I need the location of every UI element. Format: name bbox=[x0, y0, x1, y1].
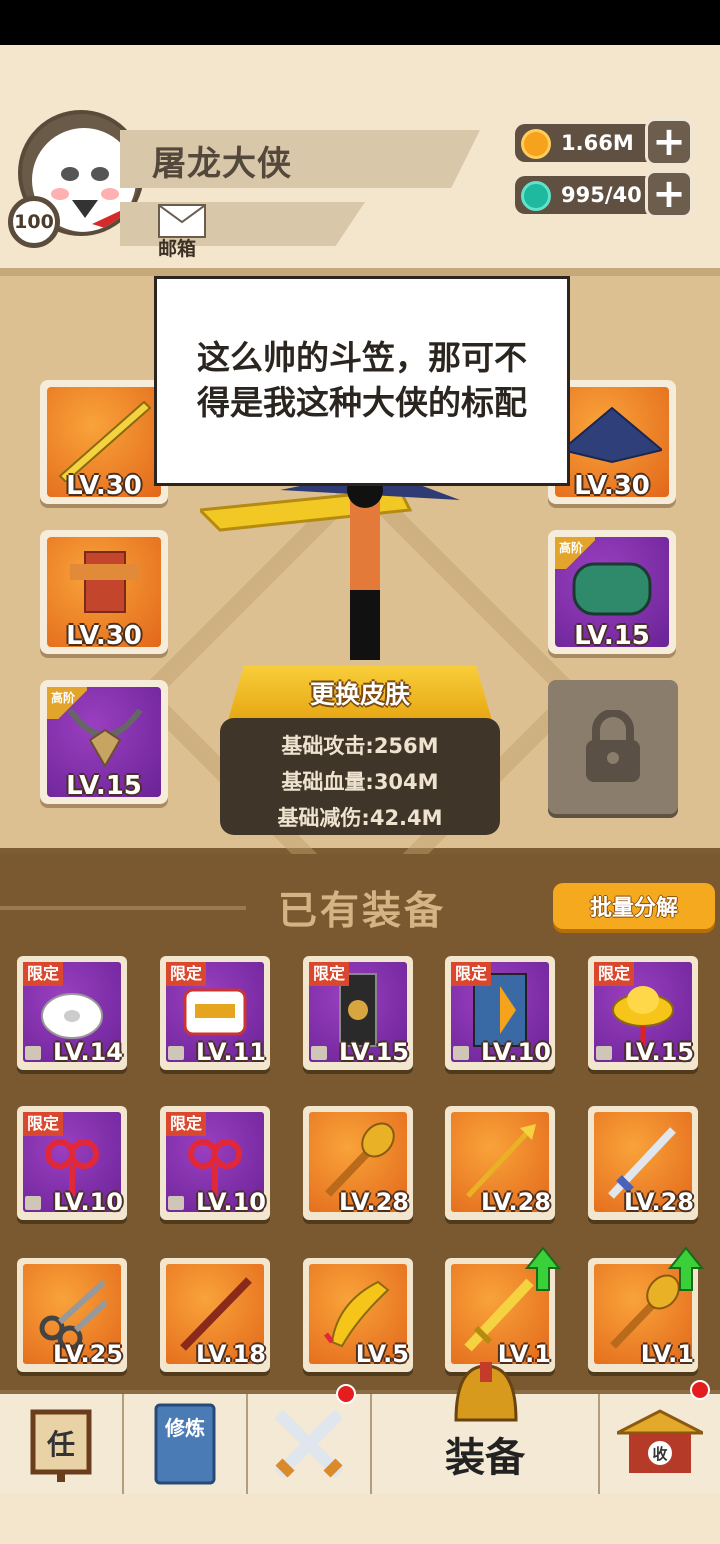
bottom-nav: 任 修炼 装备 收 bbox=[0, 1362, 720, 1494]
nav-equipment-label: 装备 bbox=[445, 1435, 525, 1481]
nav-practice[interactable]: 修炼 bbox=[124, 1394, 248, 1494]
speech-line-1: 这么帅的斗笠，那可不 bbox=[197, 338, 527, 378]
equip-slot-weapon[interactable]: LV.30 bbox=[40, 380, 168, 504]
limited-badge: 限定 bbox=[451, 962, 492, 986]
owned-item-rubber-chicken[interactable]: LV.5 bbox=[303, 1258, 413, 1372]
owned-item-golden-spear[interactable]: LV.28 bbox=[445, 1106, 555, 1220]
armor-icon bbox=[70, 551, 140, 613]
mail-banner bbox=[120, 202, 365, 246]
limited-badge: 限定 bbox=[166, 962, 207, 986]
owned-item-scissors[interactable]: LV.25 bbox=[17, 1258, 127, 1372]
svg-text:收: 收 bbox=[652, 1445, 667, 1463]
stat-attack: 基础攻击:256M bbox=[281, 734, 439, 758]
item-level: LV.28 bbox=[624, 1188, 694, 1216]
coin-icon bbox=[521, 129, 551, 159]
notification-dot bbox=[336, 1384, 356, 1404]
stat-reduction: 基础减伤:42.4M bbox=[277, 806, 443, 830]
owned-title: 已有装备 bbox=[278, 889, 447, 934]
equip-slot-armor[interactable]: LV.30 bbox=[40, 530, 168, 654]
owned-item-comic-book[interactable]: 限定 LV.10 bbox=[445, 956, 555, 1070]
hero-character[interactable] bbox=[200, 470, 460, 670]
equip-level: LV.30 bbox=[66, 621, 142, 651]
change-skin-button[interactable]: 更换皮肤 bbox=[228, 666, 492, 720]
nav-battle[interactable] bbox=[248, 1384, 372, 1494]
owned-item-chinese-knot[interactable]: 限定 LV.10 bbox=[160, 1106, 270, 1220]
bamboo-hat-icon bbox=[562, 406, 662, 464]
item-level: LV.15 bbox=[624, 1038, 694, 1066]
section-divider bbox=[0, 906, 246, 910]
item-level: LV.10 bbox=[481, 1038, 551, 1066]
status-bar bbox=[0, 0, 720, 45]
owned-item-toilet-paper[interactable]: 限定 LV.14 bbox=[17, 956, 127, 1070]
item-level: LV.1 bbox=[640, 1340, 694, 1368]
owned-item-golden-mace[interactable]: LV.28 bbox=[303, 1106, 413, 1220]
coin-value: 1.66M bbox=[561, 131, 634, 155]
equip-level: LV.15 bbox=[574, 621, 650, 651]
add-gems-button[interactable]: + bbox=[645, 170, 693, 218]
add-coins-button[interactable]: + bbox=[645, 118, 693, 166]
limited-badge: 限定 bbox=[309, 962, 350, 986]
equip-level: LV.15 bbox=[66, 771, 142, 801]
locked-slot[interactable] bbox=[548, 680, 678, 814]
limited-badge: 限定 bbox=[594, 962, 635, 986]
nav-task[interactable]: 任 bbox=[0, 1394, 124, 1494]
item-level: LV.28 bbox=[339, 1188, 409, 1216]
player-name: 屠龙大侠 bbox=[152, 144, 292, 184]
shop-building-icon: 收 bbox=[617, 1409, 703, 1473]
item-level: LV.15 bbox=[339, 1038, 409, 1066]
mail-label[interactable]: 邮箱 bbox=[158, 234, 196, 261]
change-skin-label: 更换皮肤 bbox=[309, 680, 410, 709]
mail-icon[interactable] bbox=[158, 204, 206, 238]
notification-dot bbox=[690, 1380, 710, 1400]
upgrade-arrow-icon bbox=[668, 1246, 704, 1291]
bracer-icon bbox=[572, 562, 652, 616]
jade-icon bbox=[521, 181, 551, 211]
svg-text:修炼: 修炼 bbox=[164, 1416, 205, 1440]
speech-bubble: 这么帅的斗笠，那可不 得是我这种大侠的标配 bbox=[154, 276, 570, 486]
necklace-icon bbox=[67, 708, 143, 769]
owned-item-golden-mace[interactable]: LV.1 bbox=[588, 1246, 704, 1372]
limited-badge: 限定 bbox=[23, 1112, 64, 1136]
item-level: LV.10 bbox=[196, 1188, 266, 1216]
item-level: LV.5 bbox=[355, 1340, 409, 1368]
owned-item-gold-ingot[interactable]: 限定 LV.15 bbox=[588, 956, 698, 1070]
stat-hp: 基础血量:304M bbox=[281, 770, 439, 794]
item-level: LV.28 bbox=[481, 1188, 551, 1216]
limited-badge: 限定 bbox=[23, 962, 64, 986]
item-level: LV.14 bbox=[53, 1038, 123, 1066]
task-scroll-icon: 任 bbox=[30, 1409, 92, 1482]
player-level-badge: 100 bbox=[8, 196, 60, 248]
owned-item-chinese-knot[interactable]: 限定 LV.10 bbox=[17, 1106, 127, 1220]
owned-item-golden-sword[interactable]: LV.1 bbox=[445, 1246, 561, 1372]
equip-slot-necklace[interactable]: 高阶 LV.15 bbox=[40, 680, 168, 804]
upgrade-arrow-icon bbox=[525, 1246, 561, 1291]
coin-counter: 1.66M + bbox=[515, 118, 693, 166]
gem-counter: 995/40 + bbox=[515, 170, 693, 218]
nav-equipment[interactable]: 装备 bbox=[372, 1362, 600, 1494]
helmet-icon bbox=[454, 1362, 518, 1422]
crossed-swords-icon bbox=[274, 1409, 344, 1479]
speech-line-2: 得是我这种大侠的标配 bbox=[197, 383, 527, 422]
equip-slot-bracer[interactable]: 高阶 LV.15 bbox=[548, 530, 676, 654]
owned-item-wooden-staff[interactable]: LV.18 bbox=[160, 1258, 270, 1372]
item-level: LV.25 bbox=[53, 1340, 123, 1368]
svg-text:任: 任 bbox=[46, 1428, 75, 1461]
bottom-spacer bbox=[0, 1494, 720, 1544]
owned-item-noodle-cup[interactable]: 限定 LV.11 bbox=[160, 956, 270, 1070]
owned-item-silver-sword[interactable]: LV.28 bbox=[588, 1106, 698, 1220]
item-level: LV.10 bbox=[53, 1188, 123, 1216]
base-stats-panel: 基础攻击:256M 基础血量:304M 基础减伤:42.4M bbox=[220, 718, 500, 835]
gem-value: 995/40 bbox=[561, 183, 642, 207]
item-level: LV.18 bbox=[196, 1340, 266, 1368]
item-level: LV.11 bbox=[196, 1038, 266, 1066]
equip-level: LV.30 bbox=[66, 471, 142, 501]
bulk-dismantle-button[interactable]: 批量分解 bbox=[553, 883, 715, 929]
golden-sword-icon bbox=[58, 400, 152, 482]
owned-item-banner-scroll[interactable]: 限定 LV.15 bbox=[303, 956, 413, 1070]
limited-badge: 限定 bbox=[166, 1112, 207, 1136]
nav-shop[interactable]: 收 bbox=[600, 1380, 720, 1494]
book-icon: 修炼 bbox=[154, 1403, 216, 1485]
padlock-icon bbox=[586, 710, 640, 782]
